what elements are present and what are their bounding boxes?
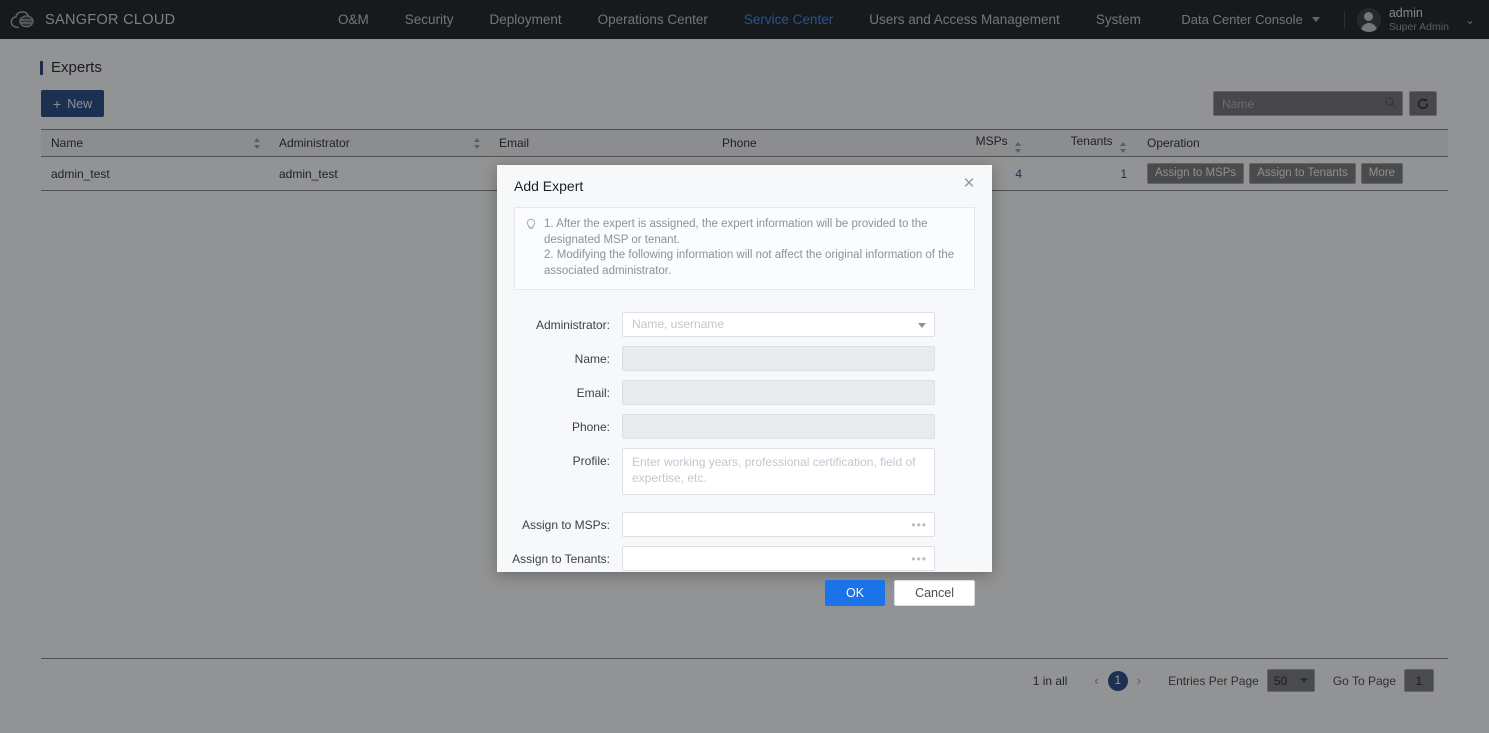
dialog-tip-box: 1. After the expert is assigned, the exp…: [514, 207, 975, 290]
field-label-email: Email:: [576, 385, 610, 400]
field-label-administrator: Administrator:: [535, 317, 610, 332]
field-row-administrator: Administrator:: [497, 311, 992, 337]
tip-text: 1. After the expert is assigned, the exp…: [544, 217, 962, 280]
lightbulb-icon: [525, 218, 537, 280]
dialog-footer: OK Cancel: [497, 579, 992, 626]
field-row-assign-to-tenants: Assign to Tenants: •••: [497, 545, 992, 571]
field-label-assign-to-msps: Assign to MSPs:: [521, 517, 610, 532]
administrator-select[interactable]: [622, 311, 935, 337]
field-label-phone: Phone:: [571, 419, 610, 434]
field-control-assign-to-msps: •••: [622, 511, 935, 537]
field-label-name: Name:: [574, 351, 610, 366]
field-control-profile: [622, 447, 935, 498]
ellipsis-picker-icon[interactable]: •••: [911, 516, 927, 534]
add-expert-form: Administrator: Name: Email: Phone:: [497, 290, 992, 580]
ok-button[interactable]: OK: [825, 579, 886, 606]
field-row-email: Email:: [497, 379, 992, 405]
dialog-header: Add Expert ✕: [497, 165, 992, 207]
field-control-assign-to-tenants: •••: [622, 545, 935, 571]
field-row-name: Name:: [497, 345, 992, 371]
phone-input: [622, 413, 935, 439]
profile-textarea[interactable]: [622, 447, 935, 495]
field-row-phone: Phone:: [497, 413, 992, 439]
cancel-button[interactable]: Cancel: [894, 579, 975, 606]
close-icon[interactable]: ✕: [960, 174, 978, 192]
ellipsis-picker-icon[interactable]: •••: [911, 550, 927, 568]
assign-to-msps-input[interactable]: [622, 511, 935, 537]
field-label-assign-to-tenants: Assign to Tenants:: [512, 551, 610, 566]
assign-to-tenants-input[interactable]: [622, 545, 935, 571]
field-control-email: [622, 379, 935, 405]
name-input: [622, 345, 935, 371]
chevron-down-icon: [918, 322, 926, 328]
tip-line-1: 1. After the expert is assigned, the exp…: [544, 218, 928, 246]
add-expert-dialog: Add Expert ✕ 1. After the expert is assi…: [497, 165, 992, 606]
field-label-profile: Profile:: [572, 453, 610, 468]
field-control-administrator: [622, 311, 935, 337]
field-control-name: [622, 345, 935, 371]
dialog-title: Add Expert: [514, 178, 584, 194]
tip-line-2: 2. Modifying the following information w…: [544, 249, 955, 277]
field-row-profile: Profile:: [497, 447, 992, 498]
field-row-assign-to-msps: Assign to MSPs: •••: [497, 511, 992, 537]
email-input: [622, 379, 935, 405]
field-control-phone: [622, 413, 935, 439]
